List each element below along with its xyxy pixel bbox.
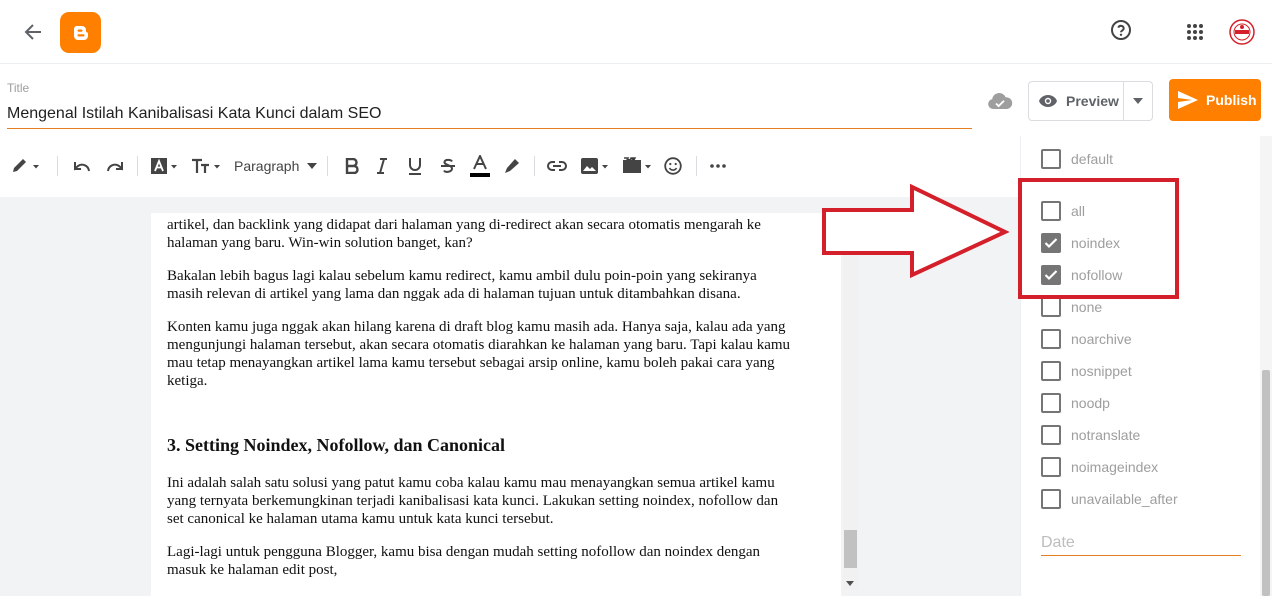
robots-option-noodp[interactable]: noodp [1041, 391, 1110, 415]
toolbar-divider [534, 156, 535, 176]
checkbox-unchecked-icon[interactable] [1041, 457, 1061, 477]
preview-label: Preview [1066, 93, 1119, 109]
checkbox-unchecked-icon[interactable] [1041, 329, 1061, 349]
checkbox-unchecked-icon[interactable] [1041, 425, 1061, 445]
robots-option-label: none [1071, 299, 1103, 315]
content-paragraph: Lagi-lagi untuk pengguna Blogger, kamu b… [167, 543, 835, 579]
top-bar [0, 0, 1272, 64]
robots-option-unavailable_after[interactable]: unavailable_after [1041, 487, 1178, 511]
toolbar-divider [137, 156, 138, 176]
toolbar-divider [57, 156, 58, 176]
text-line: masuk ke halaman edit post, [167, 562, 338, 578]
text-line: mengunjungi halaman tersebut, akan secar… [167, 337, 791, 353]
cloud-saved-icon [986, 90, 1014, 112]
font-size-button[interactable] [191, 154, 223, 178]
title-input[interactable] [7, 100, 972, 129]
settings-scrollbar[interactable] [1260, 136, 1272, 596]
text-line: set canonical ke halaman utama kamu untu… [167, 511, 554, 527]
emoji-icon[interactable] [663, 154, 683, 178]
scrollbar-thumb[interactable] [1262, 370, 1270, 596]
text-line: masih relevan di artikel yang lama dan n… [167, 286, 741, 302]
more-options-icon[interactable] [708, 154, 728, 178]
undo-icon[interactable] [72, 154, 92, 178]
eye-icon [1038, 94, 1058, 108]
robots-option-label: noarchive [1071, 331, 1132, 347]
toolbar-divider [327, 156, 328, 176]
chevron-down-icon [307, 163, 318, 169]
editor-page[interactable]: artikel, dan backlink yang didapat dari … [151, 213, 841, 596]
post-content[interactable]: artikel, dan backlink yang didapat dari … [167, 216, 835, 594]
robots-option-noimageindex[interactable]: noimageindex [1041, 455, 1158, 479]
text-line: Konten kamu juga nggak akan hilang karen… [167, 319, 786, 335]
content-paragraph: Konten kamu juga nggak akan hilang karen… [167, 318, 835, 390]
publish-label: Publish [1206, 92, 1257, 108]
text-line: halaman yang baru. Win-win solution bang… [167, 235, 473, 251]
compose-mode-button[interactable] [10, 154, 42, 178]
font-type-button[interactable] [150, 154, 180, 178]
insert-video-button[interactable] [622, 154, 652, 178]
back-arrow-icon[interactable] [19, 18, 47, 46]
content-paragraph: Ini adalah salah satu solusi yang patut … [167, 474, 835, 528]
send-icon [1178, 91, 1198, 109]
preview-dropdown-button[interactable] [1124, 82, 1152, 120]
preview-button-group: Preview [1028, 81, 1153, 121]
content-heading: 3. Setting Noindex, Nofollow, dan Canoni… [167, 435, 506, 455]
robots-option-nosnippet[interactable]: nosnippet [1041, 359, 1132, 383]
paragraph-format-dropdown[interactable]: Paragraph [234, 154, 318, 178]
account-avatar[interactable] [1229, 19, 1255, 45]
apps-grid-icon[interactable] [1182, 19, 1208, 45]
date-input[interactable] [1041, 530, 1241, 556]
checkbox-unchecked-icon[interactable] [1041, 361, 1061, 381]
annotation-arrow [822, 183, 1010, 279]
help-icon[interactable] [1108, 17, 1134, 43]
text-color-icon[interactable] [469, 154, 491, 178]
robots-option-label: noodp [1071, 395, 1110, 411]
text-line: mau tetap menayangkan artikel lama kamu … [167, 355, 775, 371]
robots-option-label: unavailable_after [1071, 491, 1178, 507]
redo-icon[interactable] [105, 154, 125, 178]
robots-option-notranslate[interactable]: notranslate [1041, 423, 1140, 447]
italic-icon[interactable] [373, 154, 391, 178]
robots-option-noarchive[interactable]: noarchive [1041, 327, 1132, 351]
text-line: Lagi-lagi untuk pengguna Blogger, kamu b… [167, 544, 761, 560]
robots-option-label: noimageindex [1071, 459, 1159, 475]
text-line: ketiga. [167, 373, 208, 389]
checkbox-unchecked-icon[interactable] [1041, 489, 1061, 509]
text-line: Ini adalah salah satu solusi yang patut … [167, 475, 775, 491]
checkbox-unchecked-icon[interactable] [1041, 297, 1061, 317]
publish-button[interactable]: Publish [1169, 79, 1261, 121]
highlight-color-icon[interactable] [502, 154, 522, 178]
toolbar-divider [696, 156, 697, 176]
checkbox-unchecked-icon[interactable] [1041, 393, 1061, 413]
annotation-highlight-box [1018, 178, 1179, 299]
underline-icon[interactable] [406, 154, 424, 178]
checkbox-unchecked-icon[interactable] [1041, 149, 1061, 169]
insert-image-button[interactable] [580, 154, 610, 178]
scroll-down-arrow-icon[interactable] [846, 581, 854, 586]
blogger-logo[interactable] [60, 12, 101, 53]
robots-option-label: nosnippet [1071, 363, 1132, 379]
bold-icon[interactable] [343, 154, 361, 178]
robots-option-label: notranslate [1071, 427, 1141, 443]
content-paragraph: artikel, dan backlink yang didapat dari … [167, 216, 835, 252]
title-label: Title [7, 81, 30, 95]
link-icon[interactable] [546, 154, 568, 178]
paragraph-label: Paragraph [234, 158, 300, 174]
chevron-down-icon [1133, 98, 1143, 104]
robots-option-label: default [1071, 151, 1114, 167]
robots-option-default[interactable]: default [1041, 147, 1113, 171]
preview-button[interactable]: Preview [1029, 82, 1124, 120]
text-line: Bakalan lebih bagus lagi kalau sebelum k… [167, 268, 757, 284]
strikethrough-icon[interactable] [439, 154, 457, 178]
content-paragraph: Bakalan lebih bagus lagi kalau sebelum k… [167, 267, 835, 303]
text-line: artikel, dan backlink yang didapat dari … [167, 217, 761, 233]
scrollbar-thumb[interactable] [844, 530, 857, 568]
text-line: yang ternyata berkemungkinan terjadi kan… [167, 493, 779, 509]
